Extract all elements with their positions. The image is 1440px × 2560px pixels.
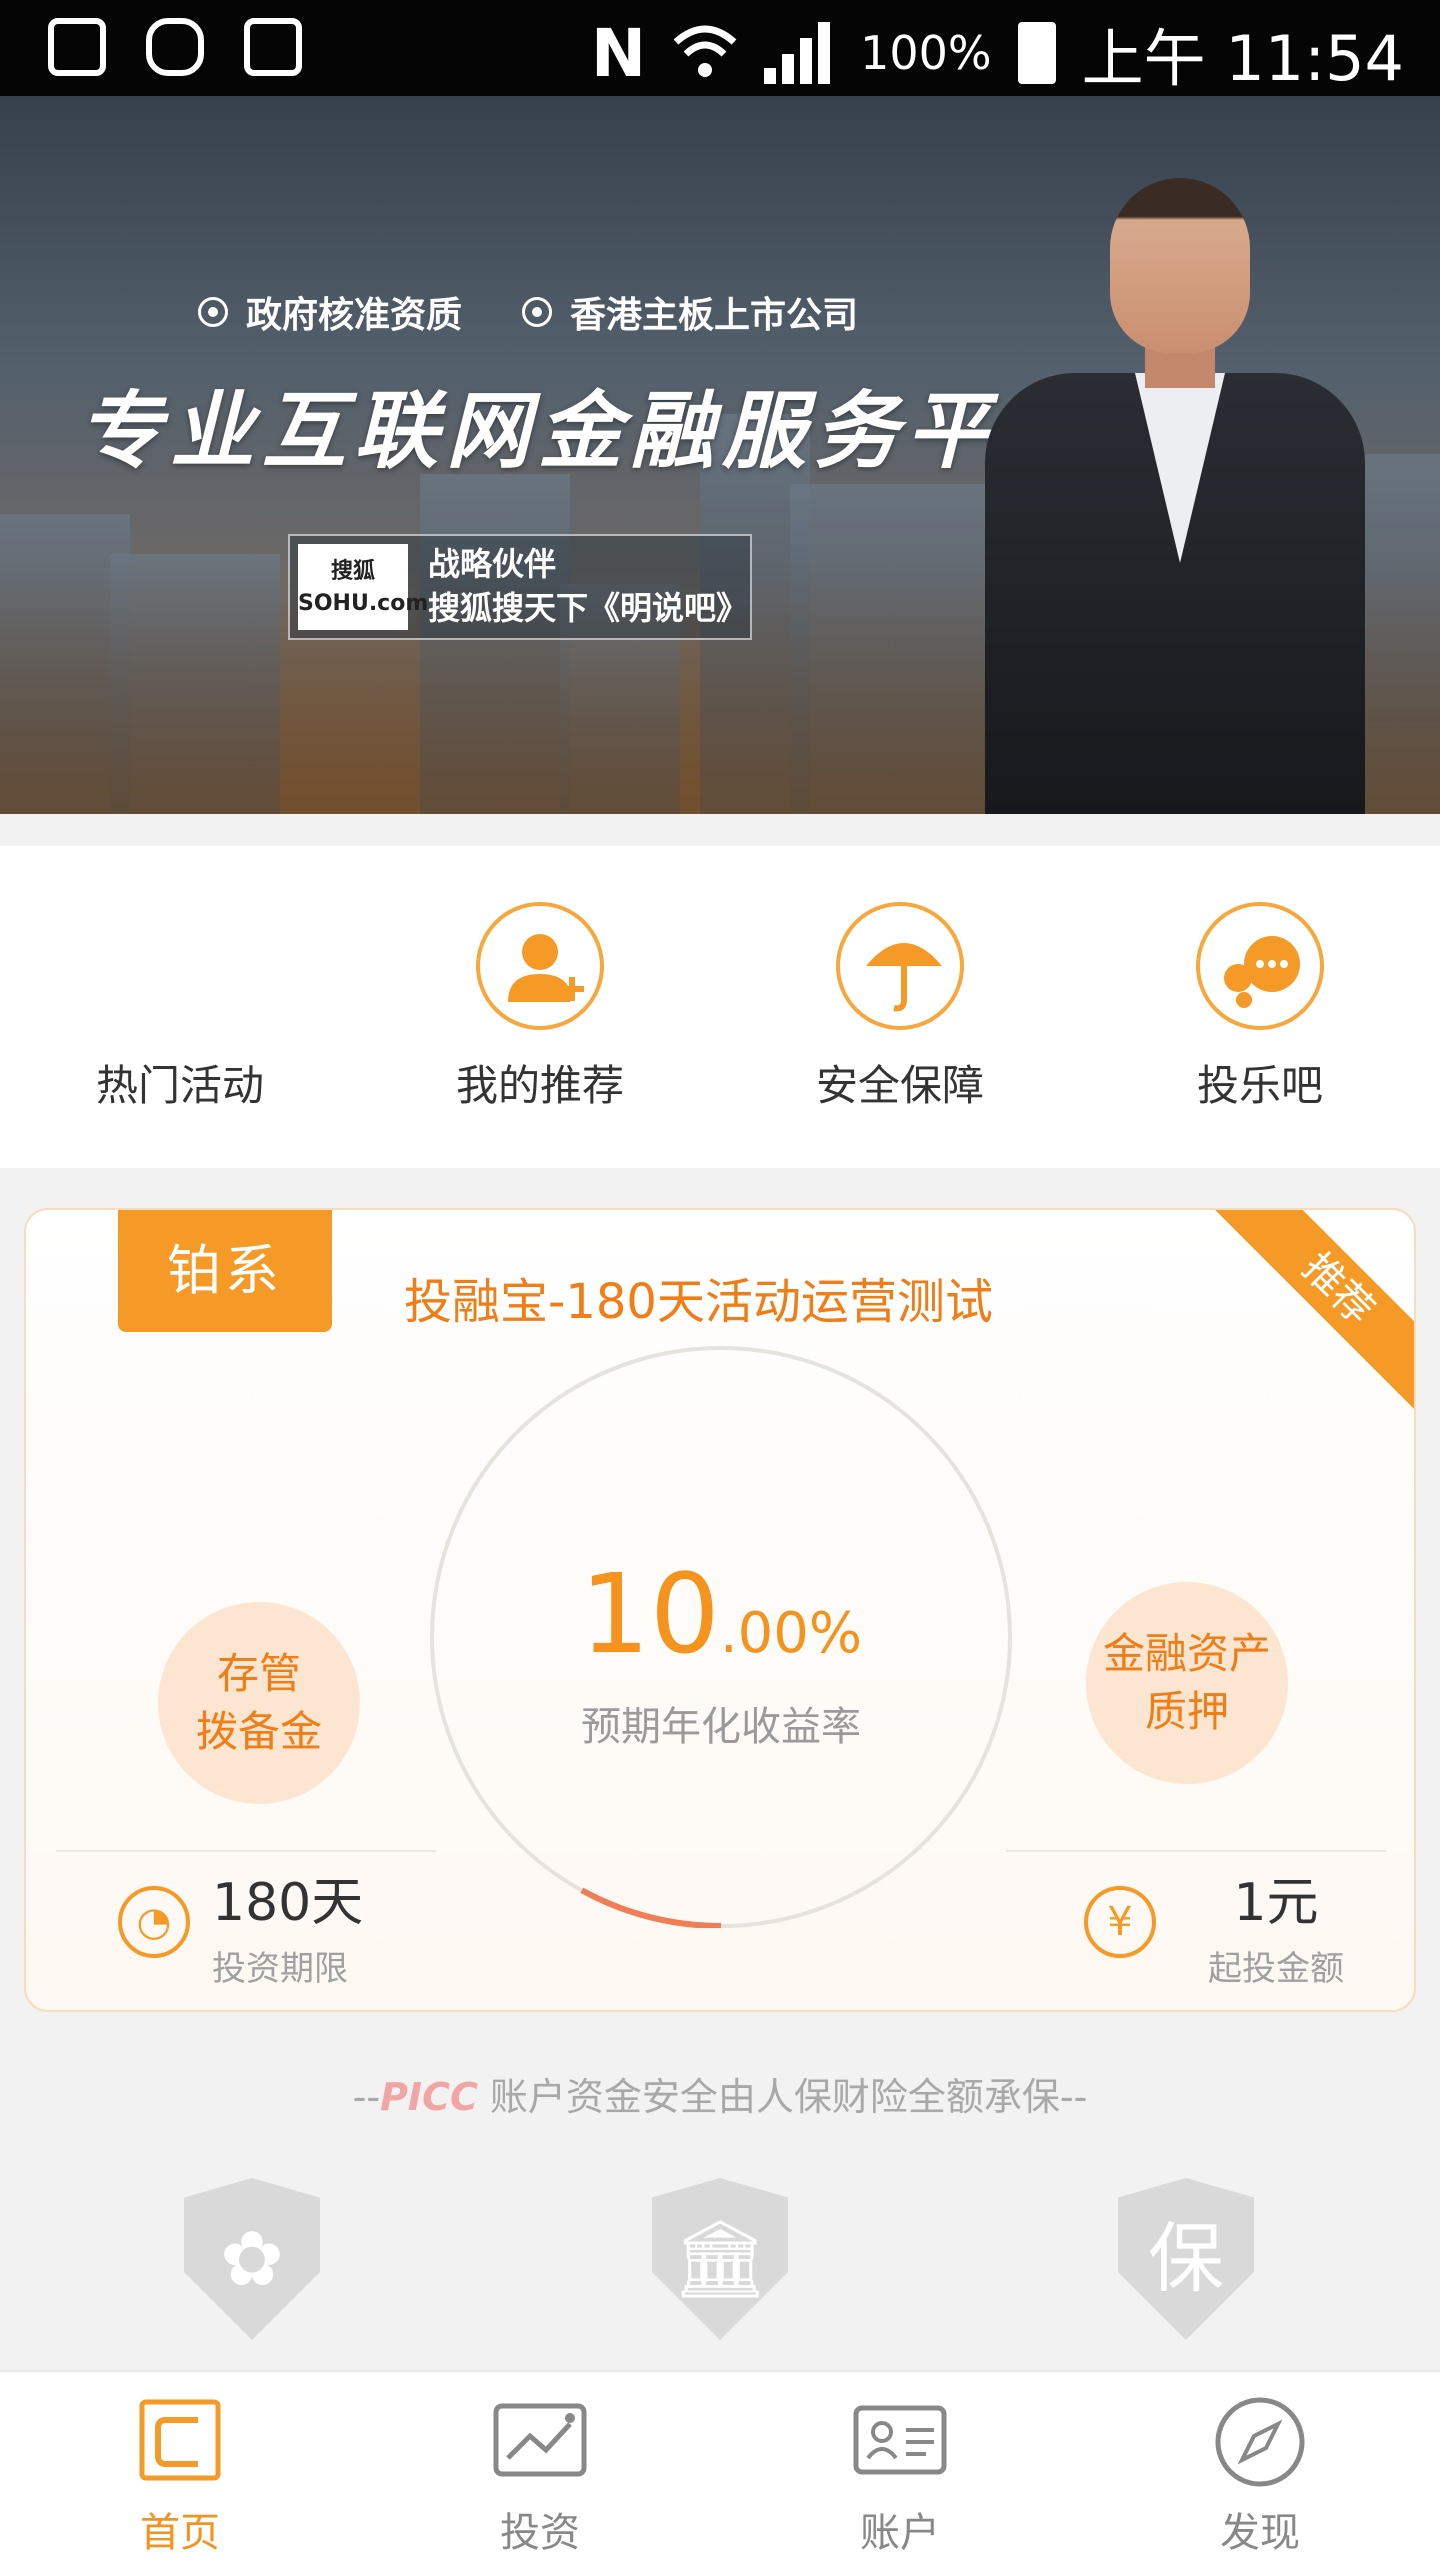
account-icon: [853, 2405, 947, 2475]
compass-icon: [1215, 2397, 1305, 2487]
badge-item: 香港主板上市公司: [522, 286, 858, 338]
notification-icons: [48, 18, 302, 76]
status-bar: N 100% 上午 11:54: [0, 0, 1440, 96]
quick-item-label: 热门活动: [95, 1061, 264, 1110]
partner-box: 搜狐 SOHU.com 战略伙伴 搜狐搜天下《明说吧》: [288, 534, 752, 640]
min-invest-value: 1元: [1233, 1873, 1319, 1933]
yen-icon: ¥: [1084, 1886, 1156, 1958]
rate-label: 预期年化收益率: [581, 1704, 861, 1750]
product-card[interactable]: 铂系 投融宝-180天活动运营测试 推荐 10.00% 预期年化收益率 存管 拨备…: [24, 1208, 1416, 2012]
radio-dot-icon: [522, 297, 553, 327]
tab-home[interactable]: 首页: [0, 2372, 360, 2560]
clock-time: 上午 11:54: [1081, 22, 1404, 95]
quick-item-label: 安全保障: [815, 1061, 984, 1110]
min-invest-stat: 1元 起投金额: [1176, 1860, 1376, 1990]
home-icon: [139, 2399, 221, 2481]
rate-decimal: .00%: [719, 1601, 863, 1666]
invest-icon: [493, 2403, 587, 2477]
picc-insurance-note: --PICC 账户资金安全由人保财险全额承保--: [352, 2075, 1088, 2119]
sohu-logo: 搜狐 SOHU.com: [298, 544, 428, 630]
tab-invest[interactable]: 投资: [360, 2372, 720, 2560]
bottom-tab-bar: 首页 投资 账户 发现: [0, 2370, 1440, 2560]
product-title: 投融宝-180天活动运营测试: [404, 1274, 993, 1330]
promo-banner[interactable]: 政府核准资质 香港主板上市公司 专业互联网金融服务平台 搜狐 SOHU.com …: [0, 96, 1440, 814]
tab-label: 投资: [500, 2510, 580, 2556]
partner-line-2: 搜狐搜天下《明说吧》: [428, 589, 749, 627]
divider: [1006, 1850, 1386, 1852]
banner-slogan: 专业互联网金融服务平台: [78, 381, 1091, 480]
divider: [56, 1850, 436, 1852]
system-status: N 100% 上午 11:54: [591, 8, 1404, 98]
clock-icon: [48, 18, 106, 76]
radio-dot-icon: [198, 297, 228, 327]
min-invest-label: 起投金额: [1208, 1949, 1344, 1989]
term-value: 180天: [212, 1873, 364, 1933]
signal-icon: [764, 22, 834, 84]
tab-label: 首页: [140, 2510, 220, 2556]
quick-item-hot-activity[interactable]: 热门活动: [0, 846, 360, 1168]
quick-item-label: 投乐吧: [1196, 1061, 1323, 1110]
tab-label: 账户: [860, 2510, 940, 2556]
quick-item-my-referral[interactable]: 我的推荐: [360, 846, 720, 1168]
product-series-tag: 铂系: [118, 1210, 332, 1332]
bank-icon: 🏛: [652, 2178, 788, 2340]
annual-rate: 10.00%: [430, 1550, 1012, 1678]
chat-icon: [1196, 902, 1324, 1030]
signature-mark: 〜ℓℓ: [1075, 796, 1148, 814]
rate-integer: 10: [579, 1550, 720, 1678]
quick-item-security[interactable]: 安全保障: [720, 846, 1080, 1168]
quick-menu: 热门活动 我的推荐 安全保障 投乐吧: [0, 846, 1440, 1168]
badge-item: 政府核准资质: [198, 286, 462, 338]
term-stat: 180天 投资期限: [212, 1860, 363, 1990]
battery-percent: 100%: [860, 26, 992, 80]
partner-line-1: 战略伙伴: [428, 545, 557, 583]
quick-item-tou-le-ba[interactable]: 投乐吧: [1080, 846, 1440, 1168]
tab-label: 发现: [1220, 2510, 1300, 2556]
term-label: 投资期限: [212, 1949, 348, 1989]
pledge-feature-badge: 金融资产 质押: [1086, 1582, 1288, 1784]
qualification-badges: 政府核准资质 香港主板上市公司: [198, 286, 858, 338]
tab-account[interactable]: 账户: [720, 2372, 1080, 2560]
timer-icon: ◔: [118, 1886, 190, 1958]
recommend-ribbon: 推荐: [1202, 1210, 1414, 1425]
insurance-icon: 保: [1118, 2178, 1254, 2340]
umbrella-icon: [836, 902, 964, 1030]
quick-item-label: 我的推荐: [455, 1061, 624, 1110]
battery-icon: [1017, 22, 1056, 84]
nfc-icon: N: [590, 14, 647, 92]
custody-feature-badge: 存管 拨备金: [158, 1602, 360, 1804]
add-user-icon: [476, 902, 604, 1030]
s-icon: [244, 18, 302, 76]
tab-discover[interactable]: 发现: [1080, 2372, 1440, 2560]
galaxy-icon: [146, 18, 204, 76]
bauhinia-icon: ✿: [184, 2178, 320, 2340]
spokesperson-photo: [985, 178, 1365, 814]
picc-logo: PICC: [380, 2075, 478, 2119]
wifi-icon: [673, 25, 737, 77]
